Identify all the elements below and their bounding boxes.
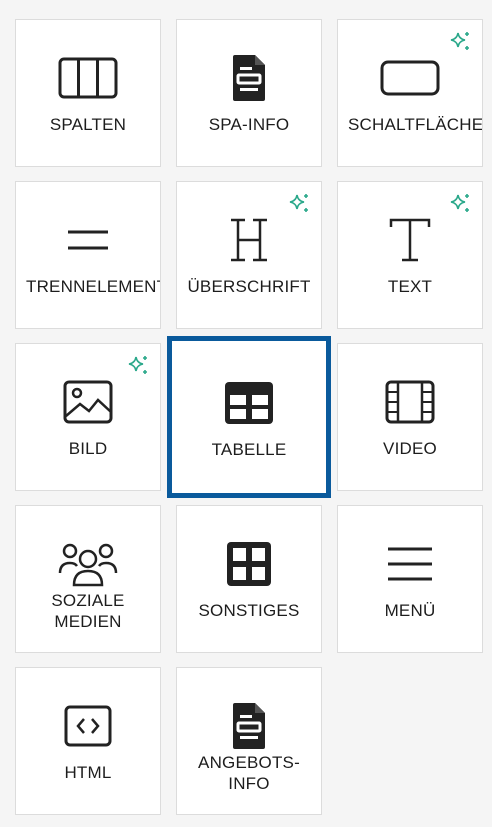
block-tile-html[interactable]: HTML bbox=[15, 667, 161, 815]
menu-icon bbox=[380, 539, 440, 589]
block-tile-video[interactable]: VIDEO bbox=[337, 343, 483, 491]
block-label: SPA-INFO bbox=[208, 115, 290, 134]
block-tile-spa-info[interactable]: SPA-INFO bbox=[176, 19, 322, 167]
sparkle-icon bbox=[289, 194, 308, 212]
film-icon bbox=[380, 377, 440, 427]
block-label: VIDEO bbox=[383, 439, 437, 458]
table-icon bbox=[219, 378, 279, 428]
heading-icon bbox=[219, 215, 279, 265]
block-label: ÜBERSCHRIFT bbox=[187, 277, 311, 296]
document-icon bbox=[219, 701, 279, 751]
block-tile-bild[interactable]: BILD bbox=[15, 343, 161, 491]
sparkle-icon bbox=[128, 356, 147, 374]
block-label: SOZIALE MEDIEN bbox=[51, 591, 125, 631]
block-label: TRENNELEMENT bbox=[26, 277, 161, 296]
block-label: SCHALTFLÄCHE bbox=[348, 115, 483, 134]
block-label: BILD bbox=[68, 439, 108, 458]
block-palette: SPALTEN SPA-INFO SCHALTFLÄCHE TRENNELEME… bbox=[0, 0, 492, 827]
sparkle-icon bbox=[450, 32, 469, 50]
grid-icon bbox=[219, 539, 279, 589]
image-icon bbox=[58, 377, 118, 427]
divider-icon bbox=[58, 215, 118, 265]
block-label: ANGEBOTS-INFO bbox=[198, 753, 300, 793]
block-label: SPALTEN bbox=[49, 115, 127, 134]
button-icon bbox=[380, 53, 440, 103]
block-tile-angebots-info[interactable]: ANGEBOTS-INFO bbox=[176, 667, 322, 815]
block-tile-trennelement[interactable]: TRENNELEMENT bbox=[15, 181, 161, 329]
block-label: SONSTIGES bbox=[198, 601, 300, 620]
sparkle-icon bbox=[450, 194, 469, 212]
block-tile-ueberschrift[interactable]: ÜBERSCHRIFT bbox=[176, 181, 322, 329]
text-icon bbox=[380, 215, 440, 265]
people-icon bbox=[58, 539, 118, 589]
block-tile-tabelle[interactable]: TABELLE bbox=[167, 336, 331, 498]
block-label: MENÜ bbox=[384, 601, 436, 620]
block-tile-spalten[interactable]: SPALTEN bbox=[15, 19, 161, 167]
block-tile-menue[interactable]: MENÜ bbox=[337, 505, 483, 653]
block-tile-text[interactable]: TEXT bbox=[337, 181, 483, 329]
block-tile-sonstiges[interactable]: SONSTIGES bbox=[176, 505, 322, 653]
block-tile-soziale-medien[interactable]: SOZIALE MEDIEN bbox=[15, 505, 161, 653]
document-icon bbox=[219, 53, 279, 103]
block-tile-schaltflaeche[interactable]: SCHALTFLÄCHE bbox=[337, 19, 483, 167]
code-icon bbox=[58, 701, 118, 751]
block-label: TEXT bbox=[387, 277, 433, 296]
block-label: TABELLE bbox=[211, 440, 287, 459]
block-label: HTML bbox=[64, 763, 112, 782]
columns-icon bbox=[58, 53, 118, 103]
